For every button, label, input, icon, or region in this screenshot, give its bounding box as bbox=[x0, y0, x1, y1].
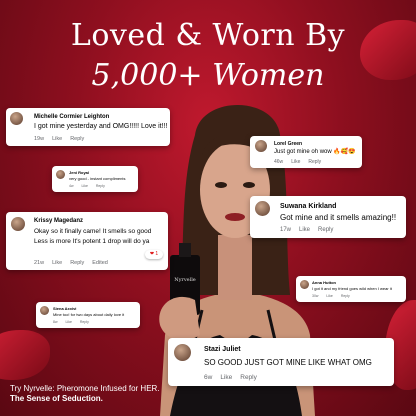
time-label: 30w bbox=[312, 294, 319, 298]
commenter-name: Stazi Juliet bbox=[204, 346, 241, 353]
avatar bbox=[300, 280, 309, 289]
comment-text: Just got mine oh wow 🔥🥰😍 bbox=[274, 148, 356, 155]
reply-link[interactable]: Reply bbox=[70, 136, 84, 142]
comment-actions: 19w Like Reply bbox=[34, 136, 92, 142]
comment-card: Anna Hutton I got it and my friend goes … bbox=[296, 276, 406, 302]
commenter-name: Lorel Green bbox=[274, 141, 303, 147]
like-link[interactable]: Like bbox=[220, 374, 232, 381]
comment-actions: 46w Like Reply bbox=[274, 159, 329, 165]
reply-link[interactable]: Reply bbox=[240, 374, 257, 381]
comment-card: Suwana Kirkland Got mine and it smells a… bbox=[250, 196, 406, 238]
like-link[interactable]: Like bbox=[81, 184, 87, 188]
commenter-name: Anna Hutton bbox=[312, 280, 336, 285]
comment-text-line2: Less is more It's potent 1 drop will do … bbox=[34, 238, 150, 245]
comment-card: Jeni Royal very good - instant complimen… bbox=[52, 166, 138, 192]
like-link[interactable]: Like bbox=[326, 294, 332, 298]
reply-link[interactable]: Reply bbox=[318, 227, 333, 233]
comment-card: Stazi Juliet SO GOOD JUST GOT MINE LIKE … bbox=[168, 338, 394, 386]
reply-link[interactable]: Reply bbox=[96, 184, 105, 188]
avatar bbox=[174, 344, 191, 361]
edited-label: Edited bbox=[92, 260, 108, 266]
time-label: 4w bbox=[69, 184, 74, 188]
footer-caption: Try Nyrvelle: Pheromone Infused for HER.… bbox=[10, 384, 160, 404]
reply-link[interactable]: Reply bbox=[308, 159, 321, 165]
reply-link[interactable]: Reply bbox=[70, 260, 84, 266]
like-link[interactable]: Like bbox=[65, 320, 71, 324]
comment-card: Lorel Green Just got mine oh wow 🔥🥰😍 46w… bbox=[250, 136, 362, 168]
emoji-group: 🔥🥰😍 bbox=[333, 149, 356, 155]
comment-actions: 21w Like Reply Edited bbox=[34, 260, 116, 266]
avatar bbox=[40, 306, 49, 315]
comment-actions: 8w Like Reply bbox=[53, 320, 97, 324]
like-link[interactable]: Like bbox=[52, 136, 62, 142]
comment-card: Krissy Magedanz Okay so it finally came!… bbox=[6, 212, 168, 270]
time-label: 6w bbox=[204, 374, 213, 381]
like-link[interactable]: Like bbox=[299, 227, 310, 233]
perfume-label: Nyrvelle bbox=[174, 277, 196, 283]
avatar bbox=[56, 170, 65, 179]
reply-link[interactable]: Reply bbox=[341, 294, 350, 298]
comment-text: I got mine yesterday and OMG!!!!! Love i… bbox=[34, 123, 168, 130]
footer-tagline: The Sense of Seduction. bbox=[10, 394, 103, 403]
avatar bbox=[11, 217, 25, 231]
time-label: 19w bbox=[34, 136, 45, 142]
like-link[interactable]: Like bbox=[291, 159, 300, 165]
comment-text-body: Just got mine oh wow bbox=[274, 149, 332, 155]
avatar bbox=[255, 201, 270, 216]
commenter-name: Michelle Cormier Leighton bbox=[34, 114, 110, 120]
time-label: 21w bbox=[34, 260, 45, 266]
rose-petal bbox=[0, 330, 50, 380]
headline-line2: 5,000+ Women bbox=[91, 58, 325, 93]
comment-actions: 17w Like Reply bbox=[280, 227, 341, 233]
time-label: 8w bbox=[53, 320, 58, 324]
footer-line1: Try Nyrvelle: Pheromone Infused for HER. bbox=[10, 384, 160, 393]
reply-link[interactable]: Reply bbox=[80, 320, 89, 324]
commenter-name: Krissy Magedanz bbox=[34, 218, 84, 224]
comment-text: Got mine and it smells amazing!! bbox=[280, 213, 397, 222]
time-label: 46w bbox=[274, 159, 284, 165]
comment-text: very good - instant compliments bbox=[69, 176, 126, 181]
ad-canvas: Loved & Worn By 5,000+ Women Nyrvelle Mi… bbox=[0, 0, 416, 416]
comment-card: Siena Axxivi Mine too! for two days abou… bbox=[36, 302, 140, 328]
like-link[interactable]: Like bbox=[52, 260, 62, 266]
time-label: 17w bbox=[280, 227, 292, 233]
comment-actions: 30w Like Reply bbox=[312, 294, 358, 298]
comment-actions: 6w Like Reply bbox=[204, 374, 265, 381]
commenter-name: Jeni Royal bbox=[69, 170, 90, 175]
comment-text: SO GOOD JUST GOT MINE LIKE WHAT OMG bbox=[204, 358, 372, 367]
reaction-badge[interactable]: ❤ 1 bbox=[145, 250, 163, 259]
comment-text-line1: Okay so it finally came! It smells so go… bbox=[34, 228, 152, 235]
commenter-name: Siena Axxivi bbox=[53, 306, 77, 311]
avatar bbox=[255, 140, 267, 152]
comment-text: Mine too! for two days about daily love … bbox=[53, 312, 125, 317]
headline-line1: Loved & Worn By bbox=[70, 18, 346, 53]
comment-text: I got it and my friend goes wild when I … bbox=[312, 286, 392, 291]
avatar bbox=[10, 112, 23, 125]
comment-card: Michelle Cormier Leighton I got mine yes… bbox=[6, 108, 170, 146]
comment-actions: 4w Like Reply bbox=[69, 184, 113, 188]
commenter-name: Suwana Kirkland bbox=[280, 203, 337, 210]
